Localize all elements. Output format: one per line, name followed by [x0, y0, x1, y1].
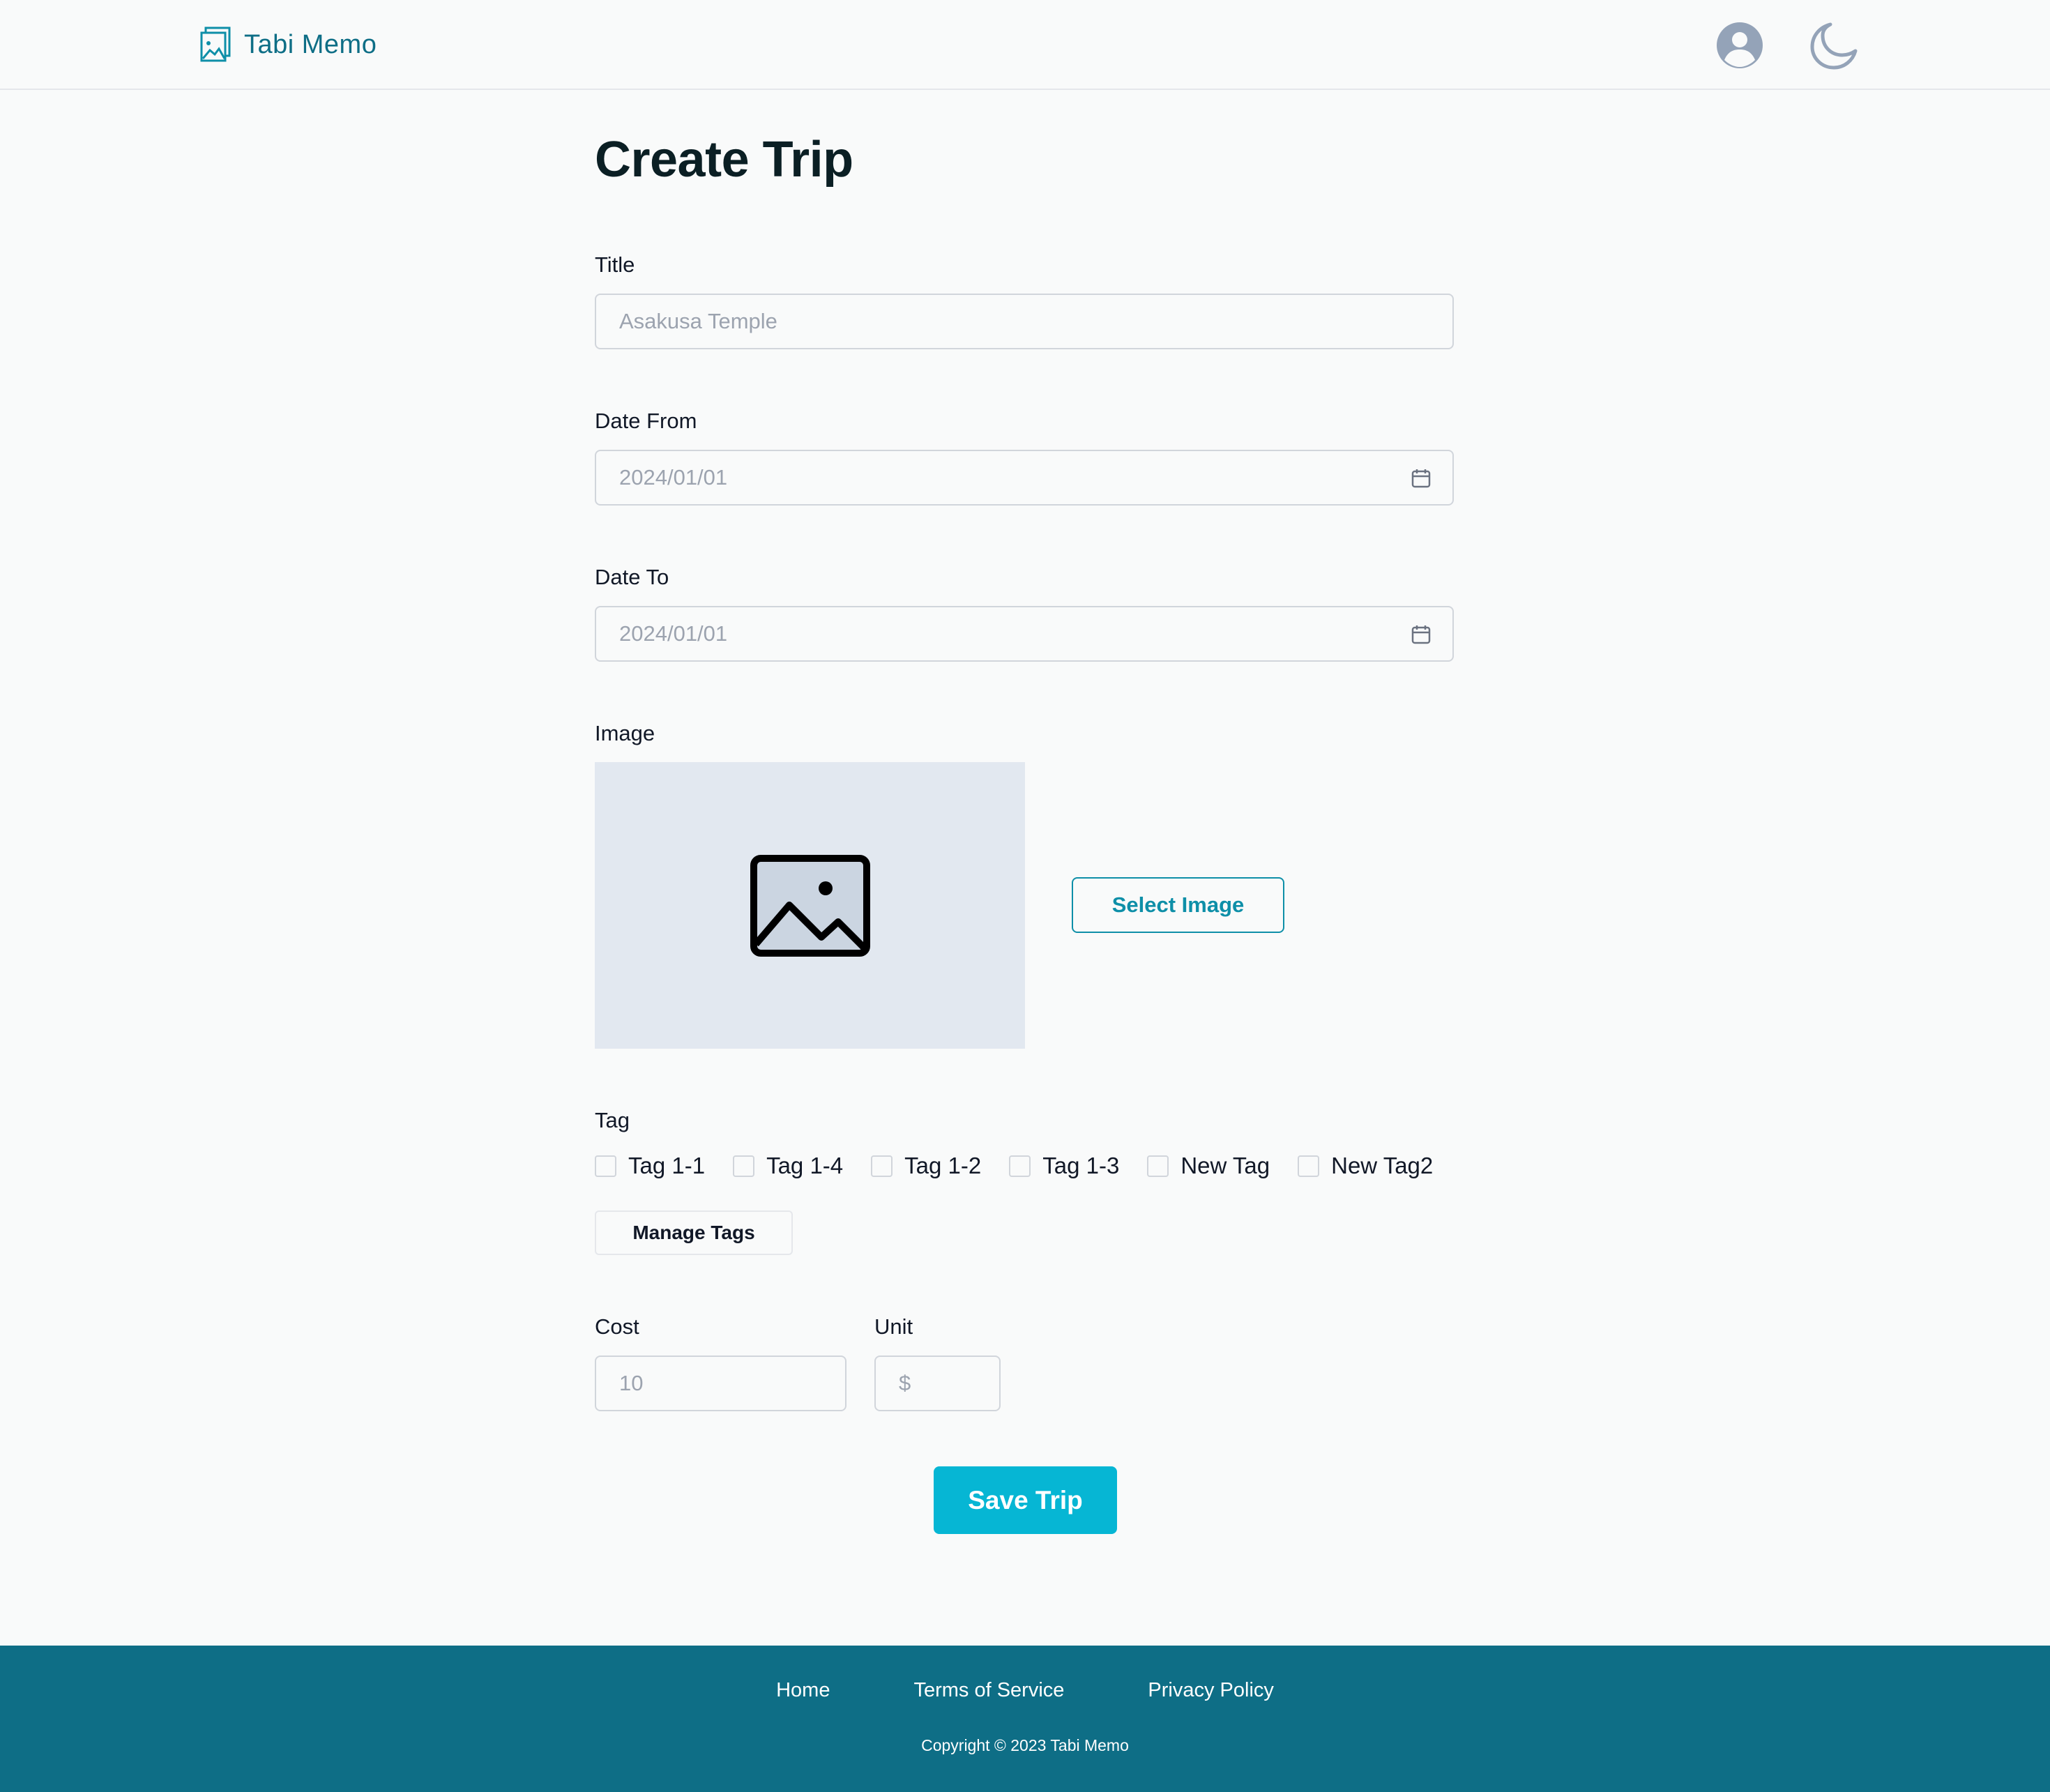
image-placeholder-icon: [750, 855, 870, 957]
tag-option[interactable]: New Tag2: [1298, 1153, 1433, 1179]
tag-label: Tag: [595, 1108, 630, 1132]
cost-input[interactable]: 10: [595, 1356, 846, 1411]
select-image-button[interactable]: Select Image: [1072, 877, 1284, 933]
page-title: Create Trip: [595, 132, 853, 188]
cost-placeholder: 10: [619, 1371, 644, 1395]
tag-option-label: Tag 1-1: [628, 1153, 706, 1178]
tag-option-label: Tag 1-4: [766, 1153, 844, 1178]
footer-link-terms[interactable]: Terms of Service: [913, 1679, 1064, 1702]
footer-link-home[interactable]: Home: [776, 1679, 830, 1702]
unit-label: Unit: [874, 1314, 913, 1339]
tag-option-label: Tag 1-3: [1042, 1153, 1120, 1178]
footer-link-privacy[interactable]: Privacy Policy: [1148, 1679, 1274, 1702]
title-placeholder: Asakusa Temple: [619, 309, 777, 333]
cost-label: Cost: [595, 1314, 639, 1339]
tag-checkbox[interactable]: [1298, 1155, 1320, 1177]
tag-checkbox[interactable]: [1009, 1155, 1031, 1177]
tag-list: Tag 1-1 Tag 1-4 Tag 1-2 Tag 1-3 New Tag …: [595, 1151, 1461, 1181]
tag-option[interactable]: Tag 1-1: [595, 1153, 705, 1179]
footer-links: Home Terms of Service Privacy Policy: [0, 1679, 2050, 1702]
tag-checkbox[interactable]: [733, 1155, 755, 1177]
save-trip-button[interactable]: Save Trip: [934, 1466, 1117, 1534]
tag-checkbox[interactable]: [871, 1155, 893, 1177]
gallery-logo-icon: [200, 26, 231, 62]
moon-icon[interactable]: [1809, 21, 1858, 70]
unit-input[interactable]: $: [874, 1356, 1001, 1411]
unit-placeholder: $: [899, 1371, 911, 1395]
copyright-text: Copyright © 2023 Tabi Memo: [921, 1736, 1129, 1754]
tag-option[interactable]: Tag 1-4: [733, 1153, 843, 1179]
image-preview: [595, 762, 1025, 1049]
tag-option[interactable]: Tag 1-2: [871, 1153, 981, 1179]
date-to-input[interactable]: 2024/01/01: [595, 606, 1454, 662]
tag-checkbox[interactable]: [595, 1155, 616, 1177]
image-label: Image: [595, 721, 655, 745]
user-circle-icon[interactable]: [1715, 21, 1764, 70]
tag-option-label: New Tag: [1180, 1153, 1270, 1178]
tag-option[interactable]: New Tag: [1147, 1153, 1270, 1179]
footer: Home Terms of Service Privacy Policy Cop…: [0, 1646, 2050, 1792]
tag-option-label: Tag 1-2: [904, 1153, 982, 1178]
title-input[interactable]: Asakusa Temple: [595, 294, 1454, 349]
tag-checkbox[interactable]: [1147, 1155, 1169, 1177]
tag-option[interactable]: Tag 1-3: [1009, 1153, 1119, 1179]
date-from-label: Date From: [595, 409, 697, 433]
date-from-input[interactable]: 2024/01/01: [595, 450, 1454, 506]
tag-option-label: New Tag2: [1331, 1153, 1434, 1178]
calendar-icon[interactable]: [1411, 468, 1432, 489]
date-to-label: Date To: [595, 565, 669, 589]
app-logo[interactable]: Tabi Memo: [199, 25, 377, 64]
date-to-placeholder: 2024/01/01: [619, 621, 728, 646]
calendar-icon[interactable]: [1411, 624, 1432, 645]
manage-tags-button[interactable]: Manage Tags: [595, 1210, 793, 1255]
title-label: Title: [595, 252, 635, 277]
date-from-placeholder: 2024/01/01: [619, 465, 728, 489]
top-header: Tabi Memo: [0, 0, 2050, 90]
app-name: Tabi Memo: [244, 29, 377, 59]
